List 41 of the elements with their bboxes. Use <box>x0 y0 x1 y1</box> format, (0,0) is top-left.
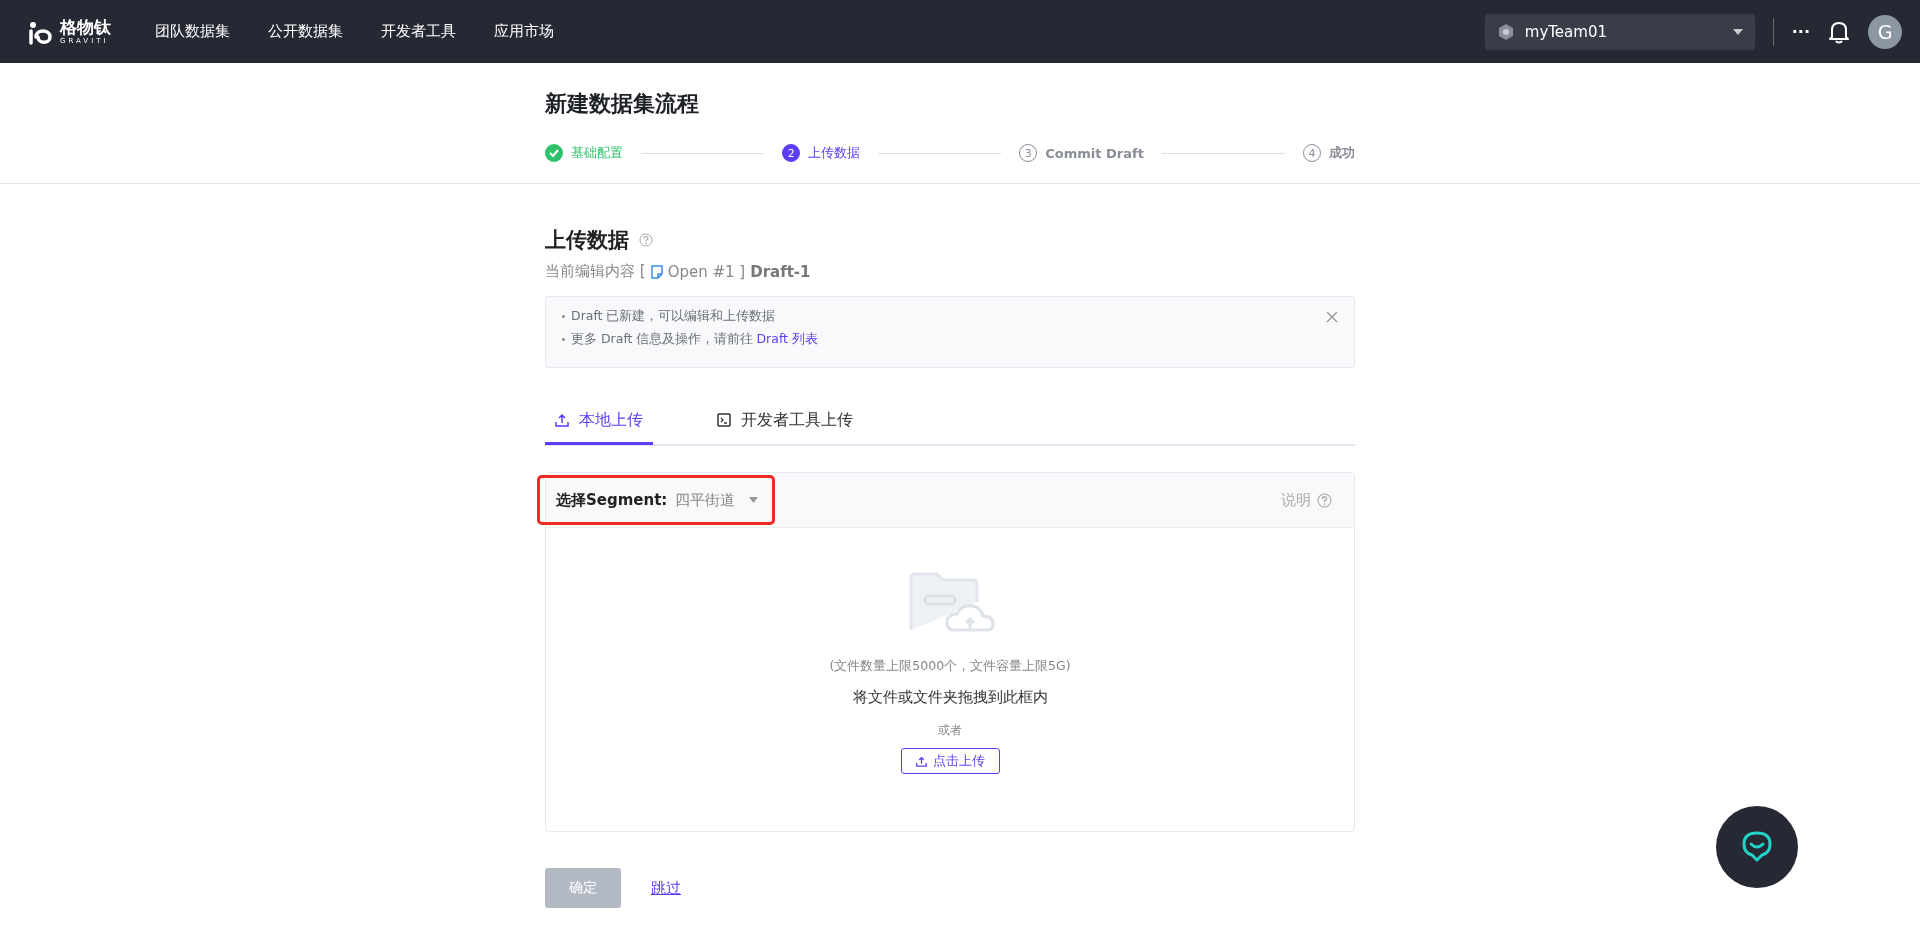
check-circle-icon <box>545 144 563 162</box>
caret-icon <box>1732 28 1743 35</box>
draft-name: Draft-1 <box>750 262 811 281</box>
step-label: 成功 <box>1329 144 1355 162</box>
draft-reference: Open #1 ] <box>667 262 746 281</box>
editing-label: 当前编辑内容 [ <box>545 262 646 281</box>
nav-link[interactable]: 应用市场 <box>494 22 554 41</box>
skip-link[interactable]: 跳过 <box>651 878 681 898</box>
upload-icon <box>555 413 569 427</box>
upload-icon <box>915 755 927 767</box>
upload-tab[interactable]: 本地上传 <box>545 398 653 445</box>
bell-icon[interactable] <box>1828 19 1850 44</box>
step-number: 2 <box>782 144 801 162</box>
upload-tab[interactable]: 开发者工具上传 <box>707 398 863 445</box>
step-label: 基础配置 <box>571 144 623 162</box>
help-icon[interactable] <box>639 233 653 247</box>
chat-bubble-icon <box>1741 830 1773 864</box>
close-icon[interactable] <box>1326 311 1338 323</box>
more-button[interactable]: ··· <box>1791 22 1810 41</box>
upload-limit-text: (文件数量上限5000个，文件容量上限5G) <box>829 658 1071 675</box>
upload-button[interactable]: 点击上传 <box>900 748 1000 774</box>
segment-selector[interactable]: 选择Segment: 四平街道 <box>537 475 776 525</box>
nav-link[interactable]: 公开数据集 <box>268 22 343 41</box>
draft-list-link[interactable]: Draft 列表 <box>756 331 818 346</box>
notice-text: 更多 Draft 信息及操作，请前往 Draft 列表 <box>571 331 818 348</box>
hexagon-icon <box>1496 22 1515 41</box>
caret-icon <box>749 497 759 503</box>
nav-link[interactable]: 团队数据集 <box>155 22 230 41</box>
logo-text: 格物钛 <box>60 18 111 36</box>
notice-text: Draft 已新建，可以编辑和上传数据 <box>571 308 776 325</box>
step-label: 上传数据 <box>808 144 861 162</box>
document-icon <box>650 264 663 279</box>
step-label: Commit Draft <box>1045 145 1144 161</box>
team-selector[interactable]: myTeam01 <box>1484 13 1755 50</box>
nav-link[interactable]: 开发者工具 <box>381 22 456 41</box>
page-title: 新建数据集流程 <box>545 90 700 118</box>
or-text: 或者 <box>938 722 962 739</box>
help-icon[interactable] <box>1317 492 1332 508</box>
section-title: 上传数据 <box>545 227 629 254</box>
terminal-icon <box>717 413 731 427</box>
drop-hint-text: 将文件或文件夹拖拽到此框内 <box>852 688 1048 707</box>
